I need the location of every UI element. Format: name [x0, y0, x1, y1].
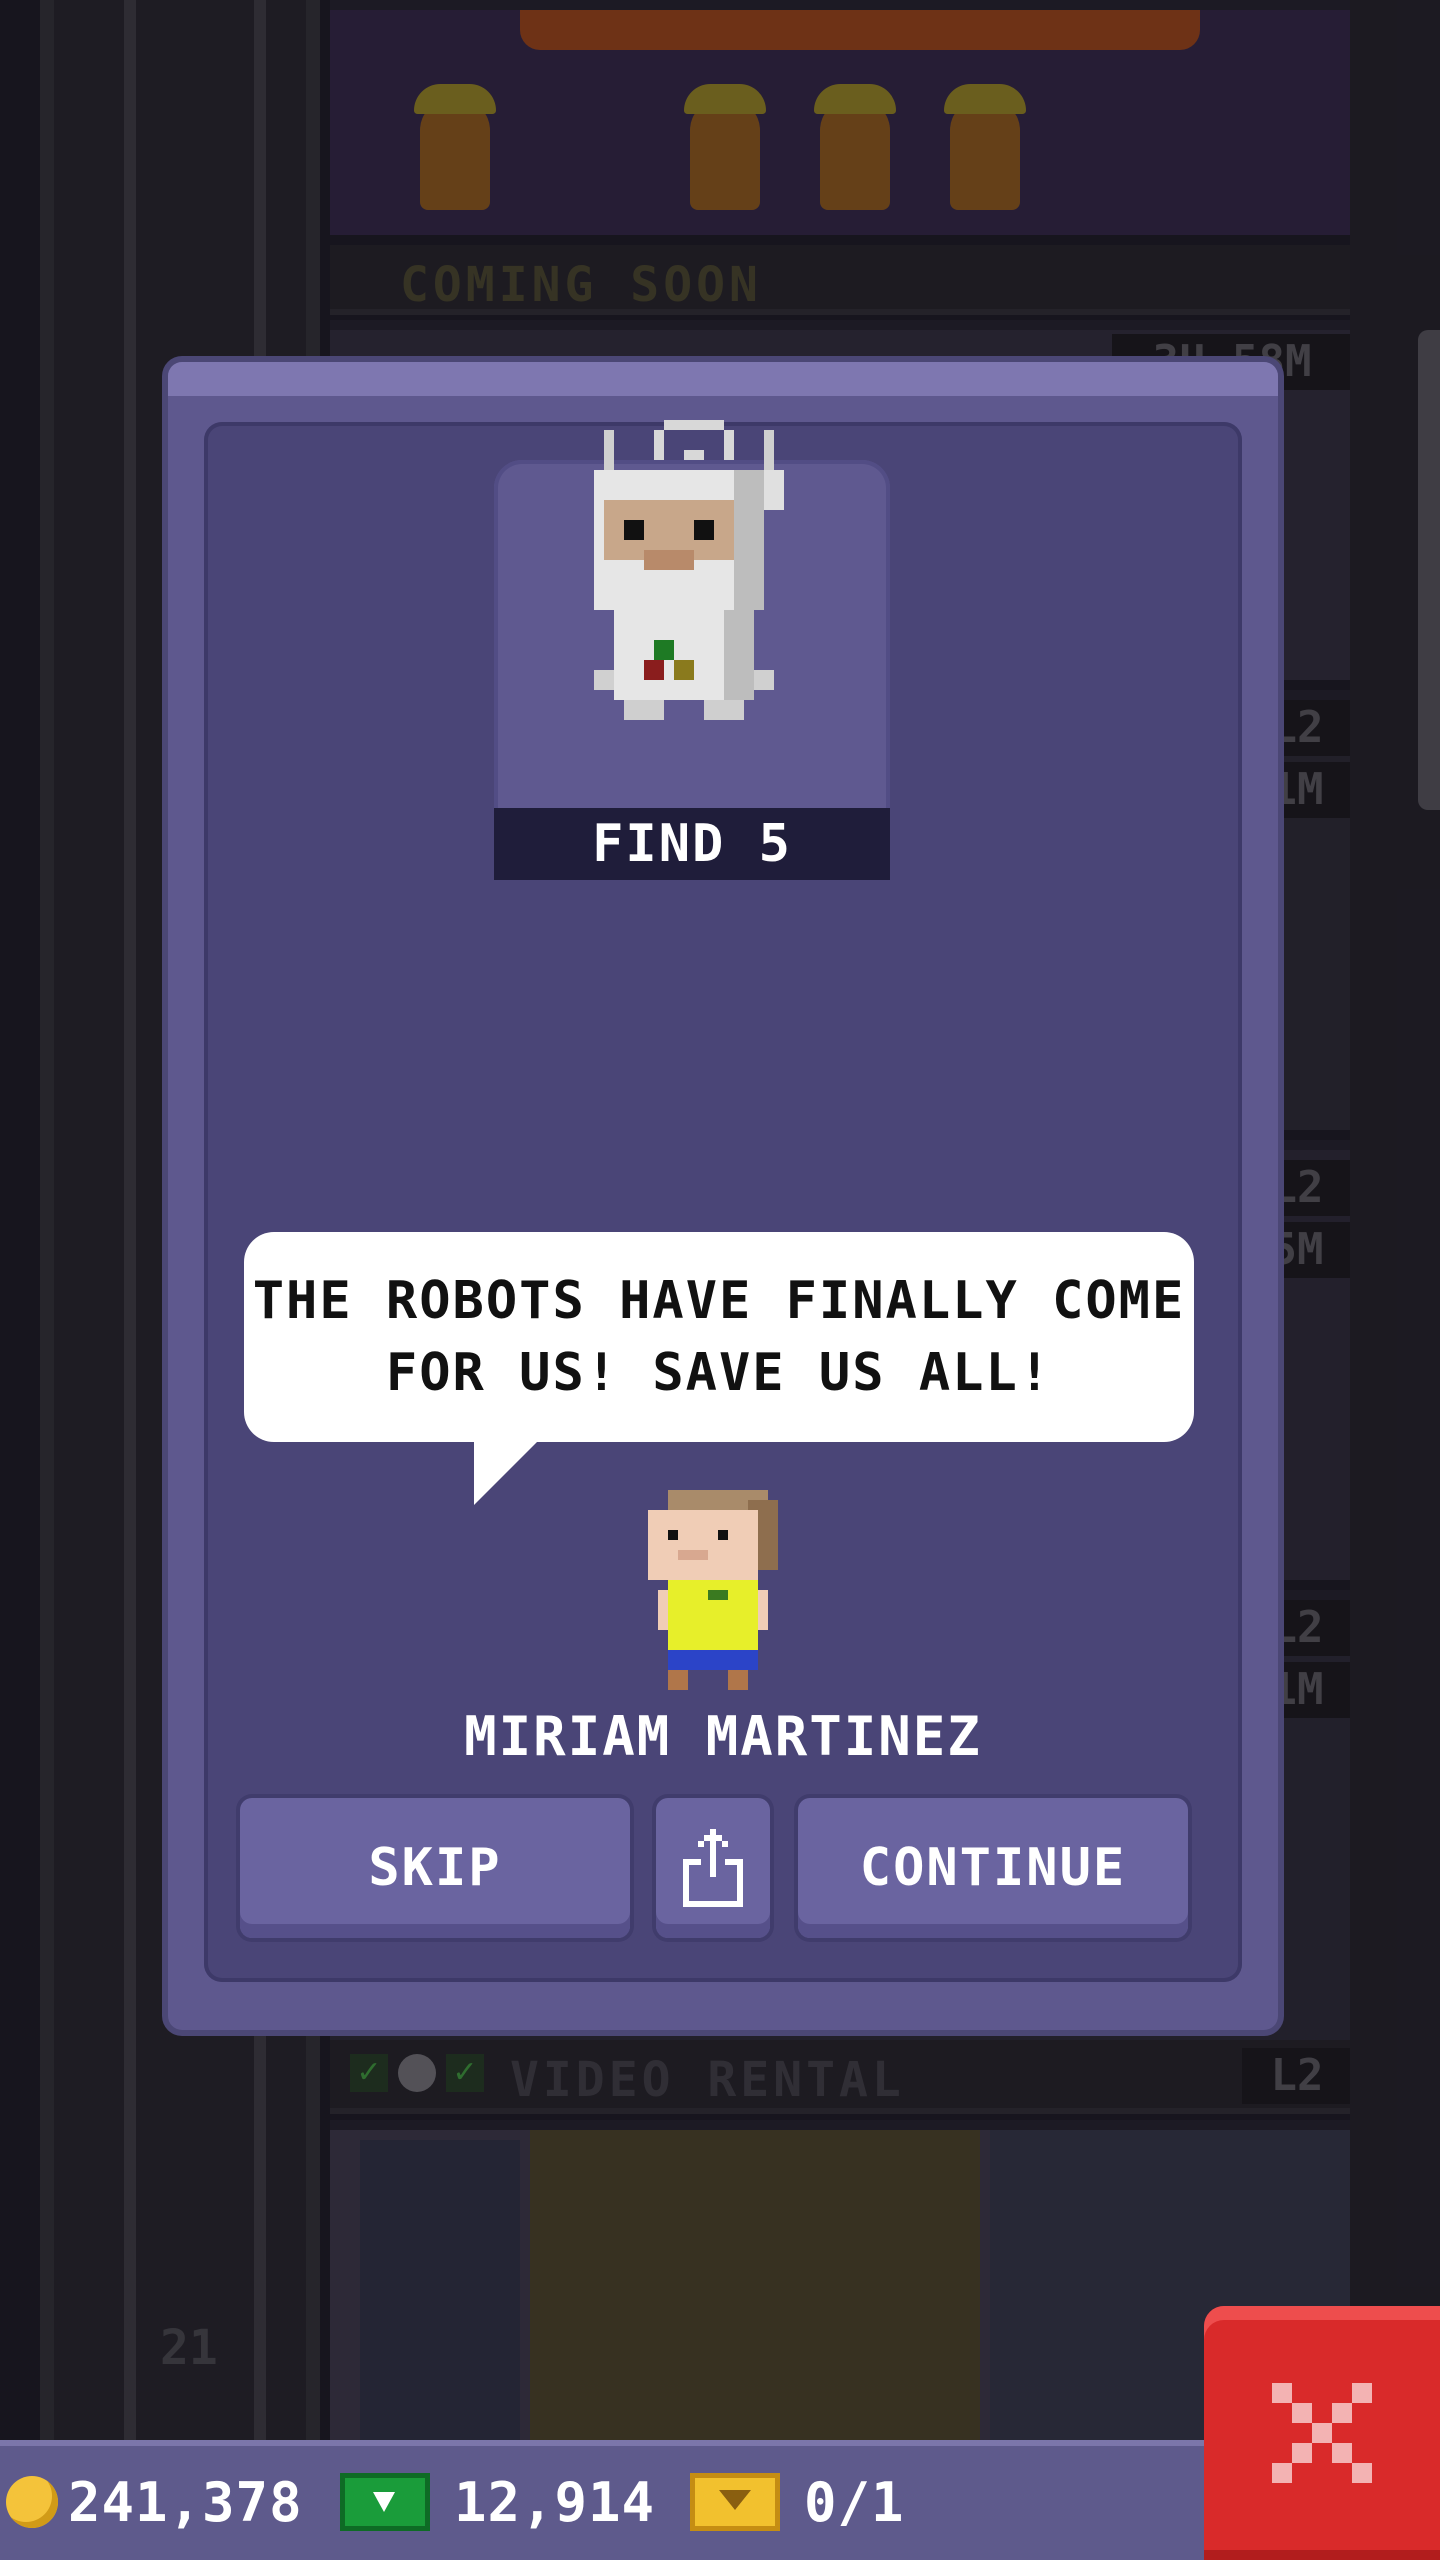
continue-button[interactable]: CONTINUE [798, 1798, 1188, 1938]
person-name: MIRIAM MARTINEZ [464, 1705, 982, 1768]
skip-button[interactable]: SKIP [240, 1798, 630, 1938]
robot-icon [594, 420, 784, 720]
close-icon [1272, 2383, 1372, 2483]
ticket-icon [690, 2473, 780, 2531]
tickets-counter[interactable]: 0/1 [690, 2466, 905, 2538]
coin-icon [6, 2476, 58, 2528]
mission-card: FIND 5 [494, 420, 890, 880]
coins-counter[interactable]: 241,378 [6, 2466, 303, 2538]
bux-icon [340, 2473, 430, 2531]
speech-bubble-tail [474, 1440, 539, 1505]
coins-value: 241,378 [68, 2470, 303, 2534]
share-button[interactable] [656, 1798, 770, 1938]
bux-counter[interactable]: 12,914 [340, 2466, 655, 2538]
speech-text: THE ROBOTS HAVE FINALLY COME FOR US! SAV… [252, 1271, 1186, 1403]
mission-dialog: FIND 5 THE ROBOTS HAVE FINALLY COME FOR … [168, 362, 1278, 2030]
mission-find-label: FIND 5 [494, 808, 890, 880]
person-avatar [648, 1490, 778, 1690]
dialog-top-border [168, 362, 1278, 396]
dialog-panel: FIND 5 THE ROBOTS HAVE FINALLY COME FOR … [204, 420, 1242, 1982]
bux-value: 12,914 [454, 2470, 656, 2534]
speech-bubble: THE ROBOTS HAVE FINALLY COME FOR US! SAV… [244, 1232, 1194, 1442]
tickets-value: 0/1 [804, 2470, 905, 2534]
share-icon [683, 1829, 743, 1907]
close-button[interactable] [1204, 2306, 1440, 2560]
